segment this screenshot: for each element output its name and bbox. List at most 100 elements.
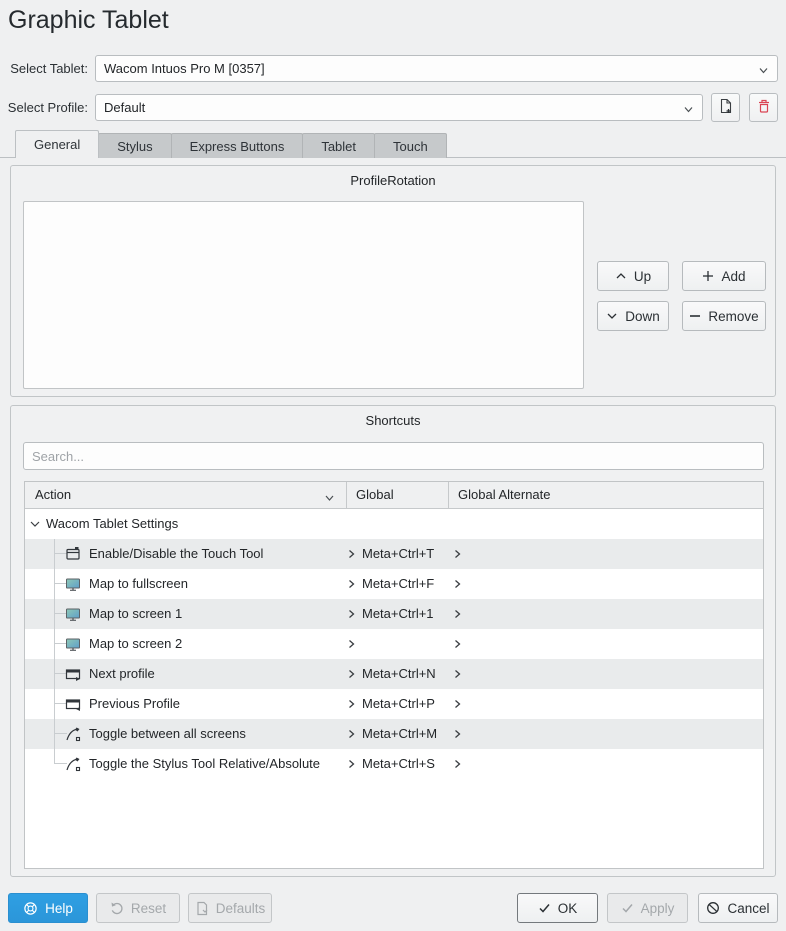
- chevron-right-icon[interactable]: [347, 668, 356, 683]
- cancel-button[interactable]: Cancel: [698, 893, 778, 923]
- undo-icon: [110, 901, 124, 915]
- chevron-right-icon[interactable]: [453, 698, 462, 713]
- global-shortcut: Meta+Ctrl+S: [362, 749, 435, 779]
- tab-bar: General Stylus Express Buttons Tablet To…: [15, 130, 447, 158]
- global-shortcut: Meta+Ctrl+P: [362, 689, 435, 719]
- help-button[interactable]: Help: [8, 893, 88, 923]
- select-profile-label: Select Profile:: [4, 94, 88, 121]
- column-header-global-alternate[interactable]: Global Alternate: [458, 482, 551, 508]
- global-shortcut: Meta+Ctrl+T: [362, 539, 434, 569]
- tab-general[interactable]: General: [15, 130, 99, 158]
- rotation-remove-button[interactable]: Remove: [682, 301, 766, 331]
- tablet-combobox[interactable]: Wacom Intuos Pro M [0357]: [95, 55, 778, 82]
- rotation-remove-label: Remove: [708, 309, 758, 324]
- cancel-label: Cancel: [727, 901, 769, 916]
- shortcut-row[interactable]: Next profile Meta+Ctrl+N: [25, 659, 763, 689]
- chevron-right-icon[interactable]: [453, 758, 462, 773]
- tree-parent-label: Wacom Tablet Settings: [46, 509, 178, 539]
- action-label: Map to screen 1: [89, 599, 182, 629]
- column-separator: [448, 482, 449, 509]
- shortcuts-title: Shortcuts: [11, 413, 775, 428]
- profile-rotation-title: ProfileRotation: [11, 173, 775, 188]
- shortcut-rows: Enable/Disable the Touch Tool Meta+Ctrl+…: [25, 539, 763, 779]
- chevron-right-icon[interactable]: [453, 668, 462, 683]
- chevron-right-icon[interactable]: [347, 728, 356, 743]
- apply-button[interactable]: Apply: [607, 893, 688, 923]
- check-icon: [538, 902, 551, 914]
- profile-combobox-value: Default: [104, 100, 145, 115]
- shortcut-row[interactable]: Toggle the Stylus Tool Relative/Absolute…: [25, 749, 763, 779]
- chevron-right-icon[interactable]: [347, 578, 356, 593]
- tablet-combobox-value: Wacom Intuos Pro M [0357]: [104, 61, 265, 76]
- sort-indicator-icon: [324, 491, 335, 506]
- check-icon: [621, 902, 634, 914]
- reset-button[interactable]: Reset: [96, 893, 180, 923]
- chevron-right-icon[interactable]: [453, 638, 462, 653]
- chevron-right-icon[interactable]: [453, 608, 462, 623]
- column-separator: [346, 482, 347, 509]
- rotation-up-button[interactable]: Up: [597, 261, 669, 291]
- expander-down-icon[interactable]: [28, 517, 42, 531]
- tree-branch-line: [54, 539, 55, 764]
- profile-combobox[interactable]: Default: [95, 94, 703, 121]
- rotation-down-button[interactable]: Down: [597, 301, 669, 331]
- profile-rotation-list[interactable]: [23, 201, 584, 389]
- shortcut-row[interactable]: Map to fullscreen Meta+Ctrl+F: [25, 569, 763, 599]
- rotation-up-label: Up: [634, 269, 651, 284]
- action-label: Enable/Disable the Touch Tool: [89, 539, 263, 569]
- touch-tool-icon: [65, 546, 81, 562]
- action-label: Map to screen 2: [89, 629, 182, 659]
- shortcut-row[interactable]: Enable/Disable the Touch Tool Meta+Ctrl+…: [25, 539, 763, 569]
- table-header: Action Global Global Alternate: [25, 482, 763, 509]
- chevron-right-icon[interactable]: [453, 578, 462, 593]
- defaults-button[interactable]: Defaults: [188, 893, 272, 923]
- delete-profile-button[interactable]: [749, 93, 778, 122]
- tab-label: Stylus: [117, 139, 152, 154]
- tab-label: Express Buttons: [190, 139, 285, 154]
- chevron-right-icon[interactable]: [347, 698, 356, 713]
- chevron-down-icon: [606, 311, 618, 321]
- ok-button[interactable]: OK: [517, 893, 598, 923]
- chevron-right-icon[interactable]: [453, 548, 462, 563]
- column-header-global[interactable]: Global: [356, 482, 394, 508]
- chevron-right-icon[interactable]: [347, 758, 356, 773]
- trash-icon: [756, 98, 772, 117]
- tab-stylus[interactable]: Stylus: [98, 133, 171, 158]
- chevron-right-icon[interactable]: [347, 638, 356, 653]
- help-label: Help: [45, 901, 73, 916]
- next-profile-icon: [65, 666, 81, 682]
- chevron-right-icon[interactable]: [347, 548, 356, 563]
- action-label: Previous Profile: [89, 689, 180, 719]
- shortcut-row[interactable]: Map to screen 2: [25, 629, 763, 659]
- monitor-icon: [65, 606, 81, 622]
- previous-profile-icon: [65, 696, 81, 712]
- defaults-icon: [195, 901, 209, 916]
- shortcuts-table: Action Global Global Alternate Wacom Tab…: [24, 481, 764, 869]
- tab-label: Tablet: [321, 139, 356, 154]
- rotation-add-button[interactable]: Add: [682, 261, 766, 291]
- tab-express-buttons[interactable]: Express Buttons: [171, 133, 304, 158]
- chevron-down-icon: [758, 64, 769, 79]
- select-tablet-label: Select Tablet:: [4, 55, 88, 82]
- tree-parent-row[interactable]: Wacom Tablet Settings: [25, 509, 763, 539]
- action-label: Toggle between all screens: [89, 719, 246, 749]
- chevron-right-icon[interactable]: [453, 728, 462, 743]
- stylus-toggle-icon: [65, 726, 81, 742]
- chevron-right-icon[interactable]: [347, 608, 356, 623]
- new-profile-button[interactable]: [711, 93, 740, 122]
- cancel-icon: [706, 901, 720, 915]
- tab-label: General: [34, 137, 80, 152]
- tab-tablet[interactable]: Tablet: [302, 133, 375, 158]
- shortcut-row[interactable]: Previous Profile Meta+Ctrl+P: [25, 689, 763, 719]
- column-header-action[interactable]: Action: [35, 482, 71, 508]
- document-new-icon: [718, 98, 734, 117]
- shortcut-row[interactable]: Toggle between all screens Meta+Ctrl+M: [25, 719, 763, 749]
- stylus-toggle-icon: [65, 756, 81, 772]
- monitor-icon: [65, 636, 81, 652]
- search-input[interactable]: [23, 442, 764, 470]
- help-icon: [23, 901, 38, 916]
- reset-label: Reset: [131, 901, 166, 916]
- global-shortcut: Meta+Ctrl+M: [362, 719, 437, 749]
- tab-touch[interactable]: Touch: [374, 133, 447, 158]
- shortcut-row[interactable]: Map to screen 1 Meta+Ctrl+1: [25, 599, 763, 629]
